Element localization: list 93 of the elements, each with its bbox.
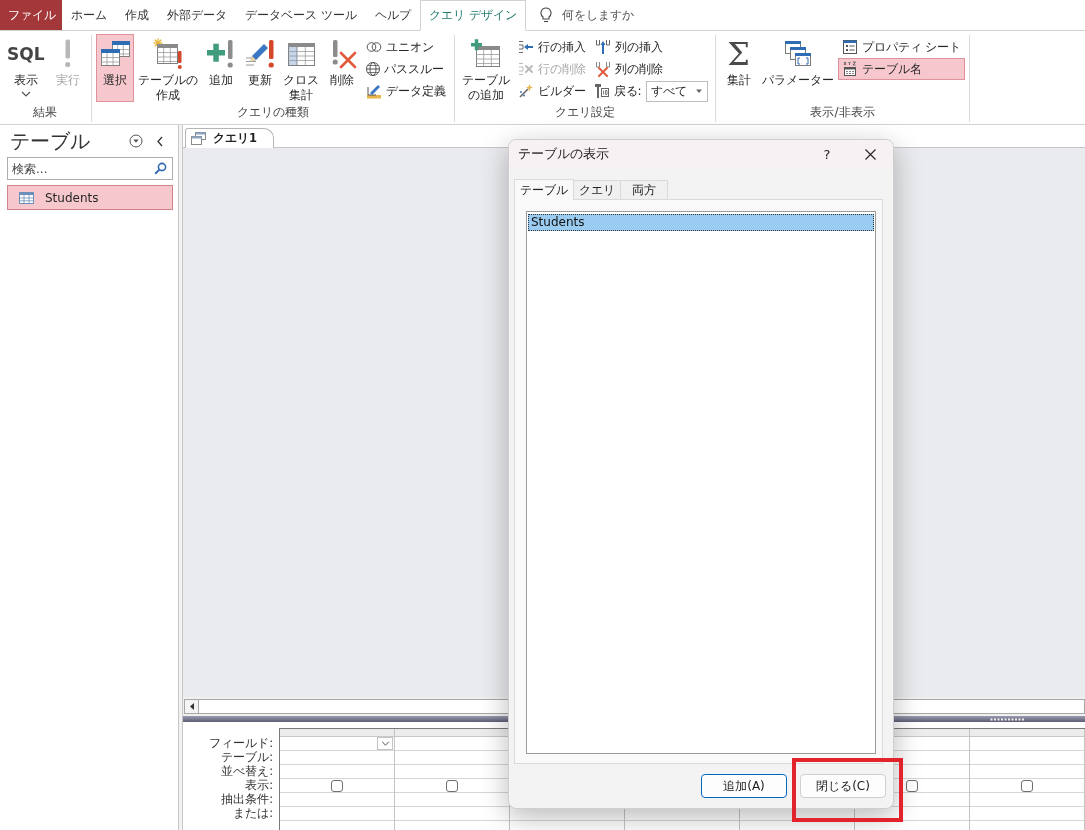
ribbon-button[interactable]: ビルダー xyxy=(513,80,590,102)
tell-me-field[interactable]: 何をしますか xyxy=(561,8,672,22)
caret-icon xyxy=(694,88,703,94)
ribbon-button[interactable]: データ定義 xyxy=(361,80,450,102)
ribbon-button[interactable]: テーブルの 作成 xyxy=(134,34,201,102)
ribbon-tab[interactable]: クエリ デザイン xyxy=(419,0,526,31)
ribbon-button[interactable]: プロパティ シート xyxy=(837,36,966,58)
row-label: 抽出条件: xyxy=(220,792,273,806)
grid-cell[interactable] xyxy=(280,779,394,793)
delete-rows-icon xyxy=(517,61,534,77)
dialog-tab[interactable]: テーブル xyxy=(514,179,574,200)
lightbulb-icon xyxy=(539,7,552,23)
table-sparkle-icon xyxy=(151,38,184,70)
ribbon-button[interactable]: テーブル の追加 xyxy=(458,34,513,102)
ribbon-tab[interactable]: ホーム xyxy=(62,0,116,31)
show-checkbox[interactable] xyxy=(446,779,458,792)
return-icon xyxy=(593,83,610,99)
ribbon-button[interactable]: 選択 xyxy=(95,34,134,102)
grid-cell[interactable] xyxy=(970,779,1084,793)
sql-icon: SQL xyxy=(7,38,45,70)
ribbon-tab[interactable]: ヘルプ xyxy=(365,0,420,31)
ribbon-button[interactable]: ユニオン xyxy=(361,36,450,58)
ribbon-tab[interactable]: 外部データ xyxy=(158,0,236,31)
stacked-windows-icon xyxy=(783,40,812,68)
grip-icon xyxy=(990,717,1025,721)
ribbon-button[interactable]: クロス 集計 xyxy=(279,34,322,102)
row-label: 並べ替え: xyxy=(220,764,273,778)
chevron-left-icon[interactable] xyxy=(157,135,163,147)
column-selector[interactable] xyxy=(280,729,394,737)
insert-rows-icon xyxy=(517,39,534,55)
ribbon-button[interactable]: 列の挿入 xyxy=(590,36,711,58)
ribbon-button[interactable]: 列の削除 xyxy=(590,58,711,80)
ribbon-button[interactable]: パラメーター xyxy=(758,34,837,102)
ruler-pencil-icon xyxy=(365,83,382,99)
ribbon-tab[interactable]: 作成 xyxy=(116,0,158,31)
table-names-icon xyxy=(841,61,858,77)
triangle-left-icon xyxy=(189,703,194,710)
exclamation-icon xyxy=(63,39,72,69)
show-checkbox[interactable] xyxy=(1021,779,1033,792)
search-icon xyxy=(154,162,167,175)
ribbon-button[interactable]: 削除 xyxy=(322,34,361,102)
insert-columns-icon xyxy=(594,39,611,55)
group-label: 表示/非表示 xyxy=(809,105,876,121)
ribbon-button[interactable]: 追加 xyxy=(201,34,240,102)
table-list[interactable]: Students xyxy=(526,211,876,754)
show-checkbox[interactable] xyxy=(331,779,343,792)
chevron-down-icon xyxy=(380,741,390,746)
ribbon-tab[interactable]: データベース ツール xyxy=(236,0,366,31)
globe-icon xyxy=(365,62,380,76)
close-icon xyxy=(864,149,876,160)
sigma-icon: Σ xyxy=(727,38,750,70)
row-label: 表示: xyxy=(244,778,273,792)
row-label: または: xyxy=(232,806,273,820)
delete-columns-icon xyxy=(594,61,611,77)
ribbon-button[interactable]: 更新 xyxy=(240,34,279,102)
dialog-tab[interactable]: 両方 xyxy=(621,180,668,199)
list-item[interactable]: Students xyxy=(528,214,874,231)
query-icon xyxy=(191,132,206,145)
dropdown-circle-icon[interactable] xyxy=(129,134,143,148)
dialog-title: テーブルの表示 xyxy=(518,146,610,163)
column-selector[interactable] xyxy=(970,729,1084,737)
search-field[interactable]: 検索... xyxy=(7,157,173,180)
row-label: フィールド: xyxy=(208,736,273,750)
dropdown-button[interactable] xyxy=(377,737,393,750)
column-selector[interactable] xyxy=(395,729,509,737)
dialog-button[interactable]: 閉じる(C) xyxy=(800,774,886,798)
dropdown[interactable]: すべて xyxy=(645,80,708,102)
ribbon-button[interactable]: Σ 集計 xyxy=(719,34,758,102)
table-plus-icon xyxy=(469,38,502,70)
document-tab[interactable]: クエリ1 xyxy=(185,128,274,148)
table-icon xyxy=(19,191,34,204)
grid-cell[interactable] xyxy=(280,737,394,751)
nav-item[interactable]: Students xyxy=(7,185,173,210)
scroll-left-button[interactable] xyxy=(184,699,199,714)
ribbon-button[interactable]: テーブル名 xyxy=(837,58,966,80)
group-label: クエリ設定 xyxy=(553,105,616,121)
ribbon-button[interactable]: SQL 表示 xyxy=(4,34,48,102)
group-label: 結果 xyxy=(32,105,59,121)
dialog-tab[interactable]: クエリ xyxy=(574,180,621,199)
dialog-button[interactable]: 追加(A) xyxy=(701,774,787,798)
pane-title: テーブル xyxy=(9,127,91,155)
group-label: クエリの種類 xyxy=(235,105,310,121)
property-sheet-icon xyxy=(841,39,858,55)
help-button[interactable]: ? xyxy=(807,140,847,169)
ribbon-button[interactable]: パススルー xyxy=(361,58,450,80)
pencil-exclamation-icon xyxy=(243,38,276,70)
ribbon-button[interactable]: 行の挿入 xyxy=(513,36,590,58)
dropdown-label: 戻る: xyxy=(613,82,642,100)
show-checkbox[interactable] xyxy=(906,779,918,792)
file-tab[interactable]: ファイル xyxy=(0,0,62,30)
row-label: テーブル: xyxy=(220,750,273,764)
rings-icon xyxy=(365,42,382,52)
wand-icon xyxy=(517,83,534,99)
